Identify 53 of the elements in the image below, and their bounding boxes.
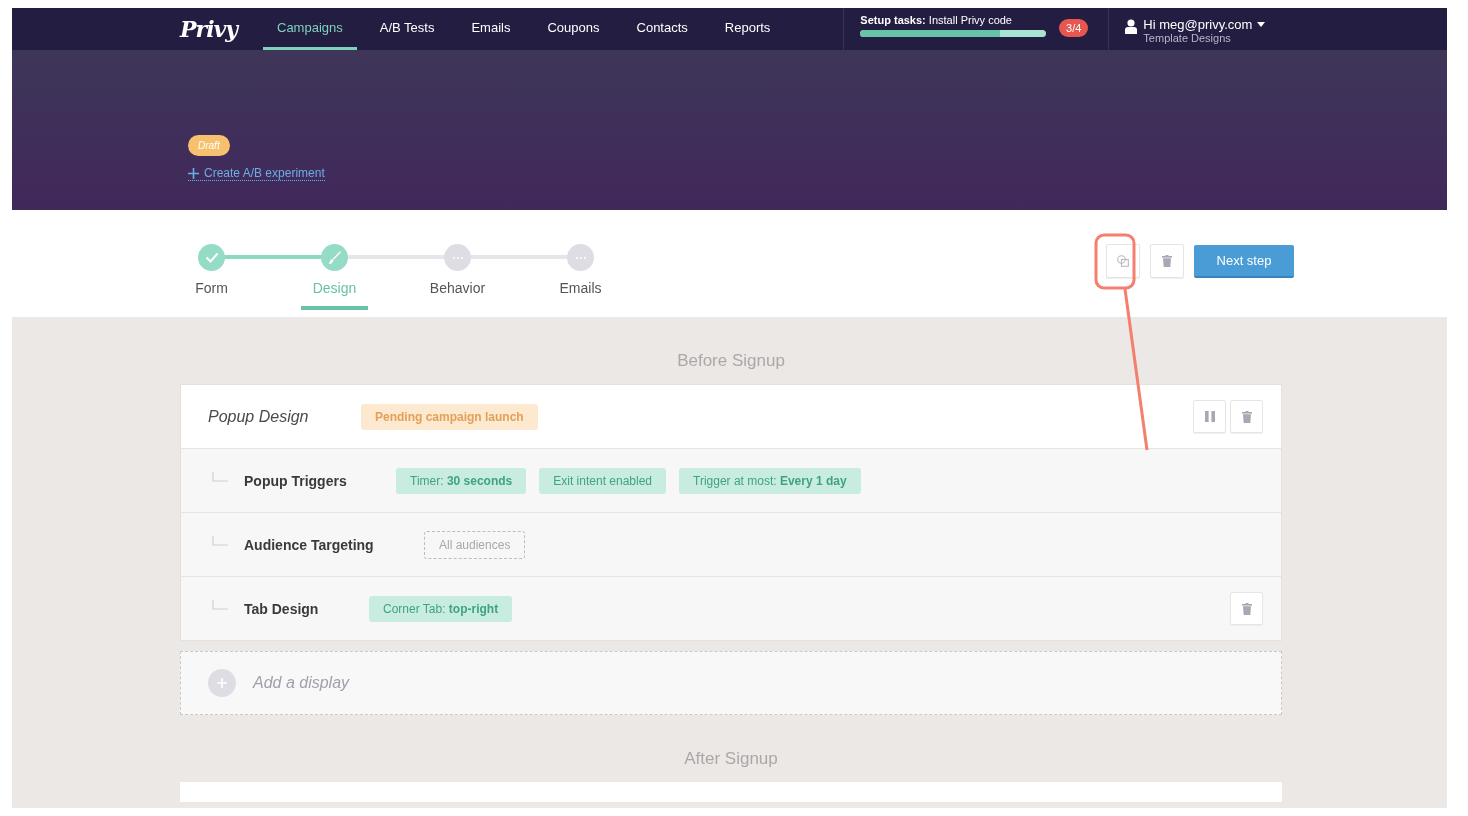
brush-icon <box>327 250 342 265</box>
nav-tab[interactable]: Coupons <box>533 8 614 50</box>
step-tab[interactable]: Form <box>183 280 240 310</box>
setting-tag: Timer: 30 seconds <box>396 467 527 494</box>
setting-label[interactable]: Popup Triggers <box>244 472 396 489</box>
section-heading: Before Signup <box>676 350 786 372</box>
trash-icon <box>1241 410 1252 423</box>
step-indicator[interactable] <box>567 244 594 271</box>
duplicate-button[interactable] <box>1106 244 1140 278</box>
setting-tag: Trigger at most: Every 1 day <box>679 467 861 494</box>
caret-icon[interactable] <box>1257 22 1266 27</box>
privy-logo[interactable]: Privy <box>180 16 263 42</box>
step-tab[interactable]: Behavior <box>417 280 498 310</box>
setting-tag: Exit intent enabled <box>539 467 666 494</box>
tree-branch-icon <box>212 599 228 610</box>
settings-row[interactable]: Tab Design Corner Tab: top-right <box>181 576 1281 640</box>
delete-button[interactable] <box>1230 592 1263 625</box>
tree-branch-icon <box>212 471 228 482</box>
task-count-badge: 3/4 <box>1059 19 1089 37</box>
status-badge: Draft <box>188 135 230 156</box>
pause-button[interactable] <box>1193 400 1226 433</box>
tree-branch-icon <box>212 535 228 546</box>
setting-tag: Corner Tab: top-right <box>369 595 513 622</box>
section-heading: After Signup <box>683 748 779 770</box>
trash-icon <box>1241 602 1252 615</box>
delete-button[interactable] <box>1230 400 1263 433</box>
setting-tag: All audiences <box>424 530 526 559</box>
create-ab-link[interactable]: Create A/B experiment <box>188 166 325 181</box>
delete-button[interactable] <box>1150 244 1184 278</box>
display-title: Popup Design <box>208 407 310 426</box>
step-indicator[interactable] <box>321 244 348 271</box>
step-indicator[interactable] <box>198 244 225 271</box>
setting-label[interactable]: Audience Targeting <box>244 536 424 553</box>
setting-label[interactable]: Tab Design <box>244 600 369 617</box>
step-indicator[interactable] <box>444 244 471 271</box>
account-name: Template Designs <box>1143 32 1232 44</box>
nav-tab[interactable]: Emails <box>457 8 525 50</box>
setup-tasks-text: Setup tasks: Install Privy code <box>860 14 1012 26</box>
nav-tab[interactable]: Contacts <box>622 8 702 50</box>
plus-circle-icon <box>208 669 236 697</box>
plus-icon <box>188 167 199 179</box>
nav-tab[interactable]: Reports <box>710 8 785 50</box>
settings-row[interactable]: Popup Triggers Timer: 30 seconds Exit intent enabled Trigger at most: Every 1 day <box>181 448 1281 512</box>
user-greeting[interactable]: Hi meg@privy.com <box>1143 17 1253 32</box>
step-tab[interactable]: Emails <box>547 280 614 310</box>
nav-tab[interactable]: A/B Tests <box>365 8 449 50</box>
pause-icon <box>1204 411 1215 422</box>
trash-icon <box>1162 255 1172 267</box>
user-icon <box>1125 19 1138 34</box>
copy-icon <box>1117 255 1129 267</box>
status-tag: Pending campaign launch <box>361 403 538 430</box>
check-icon <box>204 252 219 263</box>
settings-row[interactable]: Audience Targeting All audiences <box>181 512 1281 576</box>
